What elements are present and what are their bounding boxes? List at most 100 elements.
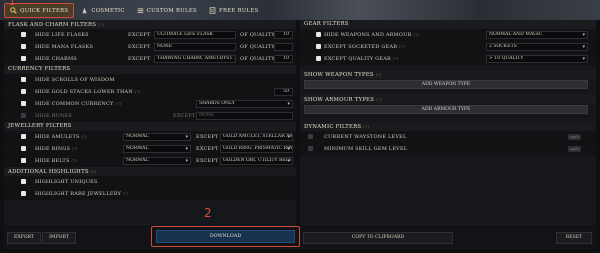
common-currency-select[interactable]: Shards Only xyxy=(196,100,293,108)
label: Current Waystone Level xyxy=(324,134,407,140)
help-icon[interactable]: (?) xyxy=(115,101,121,106)
checkbox-skill-gem-level[interactable] xyxy=(308,146,313,151)
help-icon[interactable]: (?) xyxy=(81,134,87,139)
life-flask-except-input[interactable]: Ultimate Life Flask xyxy=(154,31,236,39)
tab-label: Free Rules xyxy=(218,7,259,14)
label: Hide Common Currency (?) xyxy=(35,101,121,107)
checkbox-hide-common-currency[interactable] xyxy=(21,101,26,106)
tab-free-rules[interactable]: Free Rules xyxy=(204,3,264,18)
help-icon[interactable]: (?) xyxy=(376,72,382,77)
mana-flask-quality-input[interactable] xyxy=(274,43,293,51)
checkbox-hide-weapons-armour[interactable] xyxy=(316,32,321,37)
checkbox-hide-amulets[interactable] xyxy=(21,134,26,139)
help-icon[interactable]: (?) xyxy=(135,89,141,94)
free-rules-icon xyxy=(209,7,216,14)
except-label: Except xyxy=(196,146,219,152)
checkbox-highlight-rare-jewellery[interactable] xyxy=(21,191,26,196)
amulet-except-select[interactable]: Gold Amulet, Stellar Amu... xyxy=(220,133,293,141)
section-title: Dynamic Filters xyxy=(304,124,362,130)
tab-cosmetic[interactable]: Cosmetic xyxy=(76,3,129,18)
row-hide-runes: Hide Runes Except None xyxy=(4,110,296,122)
label: Hide Runes xyxy=(35,113,73,119)
label-text: Hide Weapons and Armour xyxy=(324,32,412,38)
section-dynamic: Dynamic Filters (?) xyxy=(300,122,596,131)
checkbox-except-socketed[interactable] xyxy=(316,44,321,49)
checkbox-hide-gold[interactable] xyxy=(21,89,26,94)
label-text: Hide Gold Stacks Lower Than xyxy=(35,89,133,95)
row-hide-rings: Hide Rings (?) Normal Except Gold Ring, … xyxy=(4,143,296,155)
label-text: Except Quality Gear xyxy=(324,56,391,62)
row-hide-life-flasks: Hide Life Flasks Except Ultimate Life Fl… xyxy=(4,29,296,41)
label: Minimum Skill Gem Level xyxy=(324,146,408,152)
checkbox-hide-scrolls[interactable] xyxy=(21,77,26,82)
section-currency: Currency Filters xyxy=(4,65,296,74)
except-label: Except xyxy=(128,56,151,62)
checkbox-except-quality[interactable] xyxy=(316,56,321,61)
checkbox-hide-mana-flasks[interactable] xyxy=(21,44,26,49)
life-flask-quality-input[interactable]: 10 xyxy=(274,31,293,39)
help-icon[interactable]: (?) xyxy=(91,169,97,174)
waystone-apply-button[interactable]: apply xyxy=(568,134,581,140)
socketed-gear-select[interactable]: 2 Sockets xyxy=(486,43,588,51)
download-button[interactable]: Download xyxy=(156,230,295,243)
reset-button[interactable]: Reset xyxy=(556,232,592,244)
label: Hide Scrolls of Wisdom xyxy=(35,77,115,83)
tab-bar: Quick Filters Cosmetic Custom Rules Free… xyxy=(4,3,264,19)
label: Hide Weapons and Armour (?) xyxy=(324,32,419,38)
label: Hide Belts (?) xyxy=(35,158,77,164)
label: Hide Charms xyxy=(35,56,77,62)
row-hide-mana-flasks: Hide Mana Flasks Except None Of Quality xyxy=(4,41,296,53)
mana-flask-except-input[interactable]: None xyxy=(154,43,236,51)
row-add-weapon: Add Weapon Type xyxy=(300,79,596,92)
label-text: Highlight Rare Jewellery xyxy=(35,191,122,197)
quality-label: Of Quality xyxy=(240,56,275,62)
label: Hide Rings (?) xyxy=(35,146,78,152)
tab-label: Custom Rules xyxy=(146,7,197,14)
copy-to-clipboard-button[interactable]: Copy to Clipboard xyxy=(303,232,453,244)
checkbox-hide-runes[interactable] xyxy=(21,113,26,118)
export-button[interactable]: Export xyxy=(7,232,41,244)
help-icon[interactable]: (?) xyxy=(393,56,399,61)
ring-rarity-select[interactable]: Normal xyxy=(123,145,191,153)
step-marker-2: 2 xyxy=(204,206,212,220)
gold-threshold-input[interactable]: 50 xyxy=(274,88,293,96)
checkbox-hide-rings[interactable] xyxy=(21,146,26,151)
help-icon[interactable]: (?) xyxy=(376,97,382,102)
checkbox-hide-belts[interactable] xyxy=(21,158,26,163)
help-icon[interactable]: (?) xyxy=(123,191,129,196)
charm-except-input[interactable]: Thawing Charm, Amethyst ... xyxy=(154,55,236,63)
belt-except-select[interactable]: Golden Obi, Utility Belt xyxy=(220,157,293,165)
charm-quality-input[interactable]: 10 xyxy=(274,55,293,63)
section-title: Currency Filters xyxy=(8,66,71,72)
import-button[interactable]: Import xyxy=(42,232,76,244)
skill-gem-apply-button[interactable]: apply xyxy=(568,146,581,152)
checkbox-hide-life-flasks[interactable] xyxy=(21,32,26,37)
checkbox-highlight-uniques[interactable] xyxy=(21,179,26,184)
help-icon[interactable]: (?) xyxy=(363,124,369,129)
row-except-quality: Except Quality Gear (?) > 10 Quality xyxy=(300,53,596,65)
checkbox-waystone-level[interactable] xyxy=(308,134,313,139)
section-title: Jewellery Filters xyxy=(8,123,72,129)
label-text: Hide Amulets xyxy=(35,134,80,140)
add-armour-type-button[interactable]: Add Armour Type xyxy=(304,105,588,114)
help-icon[interactable]: (?) xyxy=(71,158,77,163)
amulet-rarity-select[interactable]: Normal xyxy=(123,133,191,141)
weapons-armour-rarity-select[interactable]: Normal and Magic xyxy=(486,31,588,39)
left-filters-panel: Flask and Charm Filters (?) Hide Life Fl… xyxy=(4,20,296,226)
tab-custom-rules[interactable]: Custom Rules xyxy=(132,3,202,18)
add-weapon-type-button[interactable]: Add Weapon Type xyxy=(304,80,588,89)
help-icon[interactable]: (?) xyxy=(72,146,78,151)
search-icon xyxy=(10,7,17,14)
label: Hide Amulets (?) xyxy=(35,134,87,140)
row-highlight-uniques: Highlight Uniques xyxy=(4,176,296,188)
belt-rarity-select[interactable]: Normal xyxy=(123,157,191,165)
row-skill-gem-level: Minimum Skill Gem Level apply xyxy=(300,143,596,155)
help-icon[interactable]: (?) xyxy=(413,32,419,37)
help-icon[interactable]: (?) xyxy=(98,22,104,27)
quality-gear-select[interactable]: > 10 Quality xyxy=(486,55,588,63)
row-add-armour: Add Armour Type xyxy=(300,104,596,117)
help-icon[interactable]: (?) xyxy=(399,44,405,49)
checkbox-hide-charms[interactable] xyxy=(21,56,26,61)
runes-except-input[interactable]: None xyxy=(196,112,293,120)
ring-except-select[interactable]: Gold Ring, Prismatic Ring... xyxy=(220,145,293,153)
